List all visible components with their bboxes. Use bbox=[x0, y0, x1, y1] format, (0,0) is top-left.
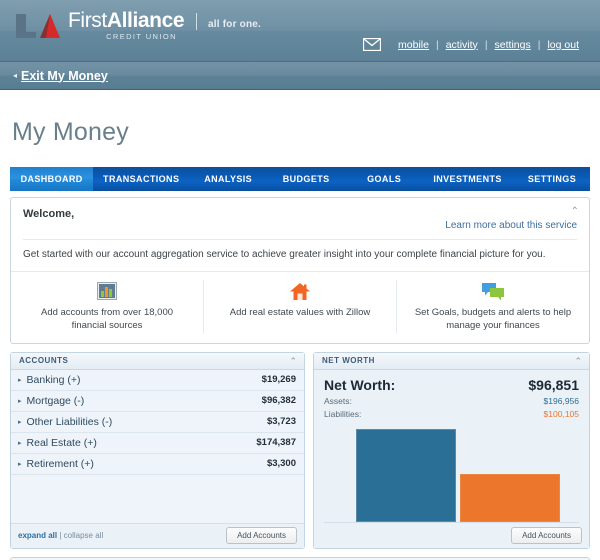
feature-text: Add real estate values with Zillow bbox=[229, 307, 371, 318]
feature-row: Add accounts from over 18,000 financial … bbox=[11, 271, 589, 343]
net-worth-widget-header: NET WORTH ⌃ bbox=[314, 352, 589, 370]
tab-dashboard[interactable]: DASHBOARD bbox=[10, 167, 94, 191]
account-value: $19,269 bbox=[261, 374, 296, 386]
feature-text: Add accounts from over 18,000 financial … bbox=[40, 307, 174, 331]
assets-row: Assets: $196,956 bbox=[324, 396, 579, 406]
logo-subtitle: CREDIT UNION bbox=[106, 31, 177, 41]
feature-goals-budgets[interactable]: Set Goals, budgets and alerts to help ma… bbox=[396, 280, 589, 333]
feature-real-estate[interactable]: Add real estate values with Zillow bbox=[203, 280, 396, 333]
dashboard-columns: ACCOUNTS ⌃ ▸ Banking (+) $19,269 ▸ Mortgag… bbox=[10, 351, 590, 549]
house-icon bbox=[218, 280, 382, 302]
account-name: Mortgage (-) bbox=[26, 394, 85, 407]
chevron-up-icon[interactable]: ⌃ bbox=[574, 356, 582, 367]
logo-tagline: all for one. bbox=[208, 18, 262, 30]
chart-image-icon bbox=[25, 280, 189, 302]
assets-value: $196,956 bbox=[543, 395, 579, 406]
welcome-blurb: Get started with our account aggregation… bbox=[23, 249, 546, 260]
bar-liabilities bbox=[460, 473, 560, 522]
tab-analysis[interactable]: ANALYSIS bbox=[189, 167, 267, 191]
nav-link-mobile[interactable]: mobile bbox=[391, 39, 436, 51]
first-alliance-logo-icon bbox=[16, 14, 60, 38]
logo-name-bold: Alliance bbox=[106, 8, 185, 32]
account-value: $174,387 bbox=[256, 437, 296, 449]
tab-goals[interactable]: GOALS bbox=[345, 167, 423, 191]
account-name: Retirement (+) bbox=[26, 457, 94, 470]
welcome-panel: Welcome, ⌃ Learn more about this service… bbox=[10, 197, 590, 344]
account-row-banking[interactable]: ▸ Banking (+) $19,269 bbox=[11, 370, 304, 391]
account-value: $96,382 bbox=[261, 395, 296, 407]
account-value: $3,723 bbox=[266, 416, 296, 428]
main-tabbar: DASHBOARD TRANSACTIONS ANALYSIS BUDGETS … bbox=[10, 167, 590, 191]
account-row-real-estate[interactable]: ▸ Real Estate (+) $174,387 bbox=[11, 433, 304, 454]
expand-arrow-icon[interactable]: ▸ bbox=[18, 418, 22, 426]
accounts-widget-footer: expand all | collapse all Add Accounts bbox=[11, 522, 304, 548]
liabilities-row: Liabilities: $100,105 bbox=[324, 409, 579, 419]
net-worth-main-row: Net Worth: $96,851 bbox=[324, 377, 579, 393]
accounts-widget: ACCOUNTS ⌃ ▸ Banking (+) $19,269 ▸ Mortgag… bbox=[10, 351, 305, 549]
net-worth-summary: Net Worth: $96,851 Assets: $196,956 Liab… bbox=[314, 370, 589, 419]
account-name: Real Estate (+) bbox=[26, 436, 97, 449]
recent-transactions-widget: RECENT TRANSACTIONS ⌃ Date Description C… bbox=[10, 556, 590, 560]
nav-link-logout[interactable]: log out bbox=[540, 39, 586, 51]
exit-my-money-link[interactable]: Exit My Money bbox=[21, 69, 108, 83]
collapse-all-link[interactable]: collapse all bbox=[64, 531, 104, 540]
account-name: Banking (+) bbox=[26, 373, 81, 386]
liabilities-label: Liabilities: bbox=[324, 408, 362, 419]
nav-link-settings[interactable]: settings bbox=[488, 39, 538, 51]
chevron-up-icon[interactable]: ⌃ bbox=[571, 206, 579, 217]
speech-bubbles-icon bbox=[411, 280, 575, 302]
net-worth-label: Net Worth: bbox=[324, 376, 396, 393]
account-row-mortgage[interactable]: ▸ Mortgage (-) $96,382 bbox=[11, 391, 304, 412]
exit-bar[interactable]: ◂ Exit My Money bbox=[0, 62, 600, 90]
account-name: Other Liabilities (-) bbox=[26, 415, 113, 428]
page-title: My Money bbox=[12, 118, 129, 146]
welcome-header: Welcome, ⌃ bbox=[11, 198, 589, 220]
accounts-widget-title: ACCOUNTS bbox=[19, 356, 69, 366]
accounts-widget-header: ACCOUNTS ⌃ bbox=[11, 352, 304, 370]
nav-link-activity[interactable]: activity bbox=[439, 39, 485, 51]
expand-arrow-icon[interactable]: ▸ bbox=[18, 376, 22, 384]
net-worth-value: $96,851 bbox=[528, 376, 579, 393]
add-accounts-button-net-worth[interactable]: Add Accounts bbox=[511, 526, 582, 544]
net-worth-bar-chart bbox=[324, 419, 579, 523]
brand-logo[interactable]: FirstAlliance all for one. CREDIT UNION bbox=[14, 8, 261, 42]
back-arrow-icon: ◂ bbox=[13, 71, 18, 80]
net-worth-widget: NET WORTH ⌃ Net Worth: $96,851 Assets: $… bbox=[313, 351, 590, 549]
tab-settings[interactable]: SETTINGS bbox=[512, 167, 590, 191]
expand-arrow-icon[interactable]: ▸ bbox=[18, 460, 22, 468]
expand-arrow-icon[interactable]: ▸ bbox=[18, 439, 22, 447]
site-header: FirstAlliance all for one. CREDIT UNION … bbox=[0, 0, 600, 62]
add-accounts-button[interactable]: Add Accounts bbox=[226, 527, 297, 545]
tab-budgets[interactable]: BUDGETS bbox=[267, 167, 345, 191]
logo-divider bbox=[195, 12, 197, 30]
tab-transactions[interactable]: TRANSACTIONS bbox=[93, 167, 189, 191]
chevron-up-icon[interactable]: ⌃ bbox=[289, 356, 297, 367]
expand-all-link[interactable]: expand all bbox=[18, 531, 57, 540]
feature-add-accounts[interactable]: Add accounts from over 18,000 financial … bbox=[11, 280, 203, 333]
learn-more-row: Learn more about this service bbox=[11, 220, 589, 239]
accounts-list: ▸ Banking (+) $19,269 ▸ Mortgage (-) $96,3… bbox=[11, 369, 304, 475]
account-row-other-liabilities[interactable]: ▸ Other Liabilities (-) $3,723 bbox=[11, 412, 304, 433]
account-row-retirement[interactable]: ▸ Retirement (+) $3,300 bbox=[11, 454, 304, 475]
net-worth-widget-title: NET WORTH bbox=[322, 356, 375, 366]
accounts-empty-space bbox=[11, 474, 304, 523]
feature-text: Set Goals, budgets and alerts to help ma… bbox=[414, 307, 572, 331]
envelope-icon[interactable] bbox=[363, 38, 382, 51]
expand-collapse-links: expand all | collapse all bbox=[18, 531, 103, 540]
expand-arrow-icon[interactable]: ▸ bbox=[18, 397, 22, 405]
liabilities-value: $100,105 bbox=[543, 408, 579, 419]
tab-investments[interactable]: INVESTMENTS bbox=[423, 167, 512, 191]
top-nav: mobile | activity | settings | log out bbox=[363, 38, 586, 51]
account-value: $3,300 bbox=[266, 458, 296, 470]
assets-label: Assets: bbox=[324, 395, 352, 406]
bar-assets bbox=[356, 428, 456, 522]
learn-more-link[interactable]: Learn more about this service bbox=[445, 220, 577, 231]
logo-name-light: First bbox=[68, 8, 107, 32]
net-worth-widget-footer: Add Accounts bbox=[314, 522, 589, 548]
welcome-title: Welcome, bbox=[23, 208, 75, 220]
